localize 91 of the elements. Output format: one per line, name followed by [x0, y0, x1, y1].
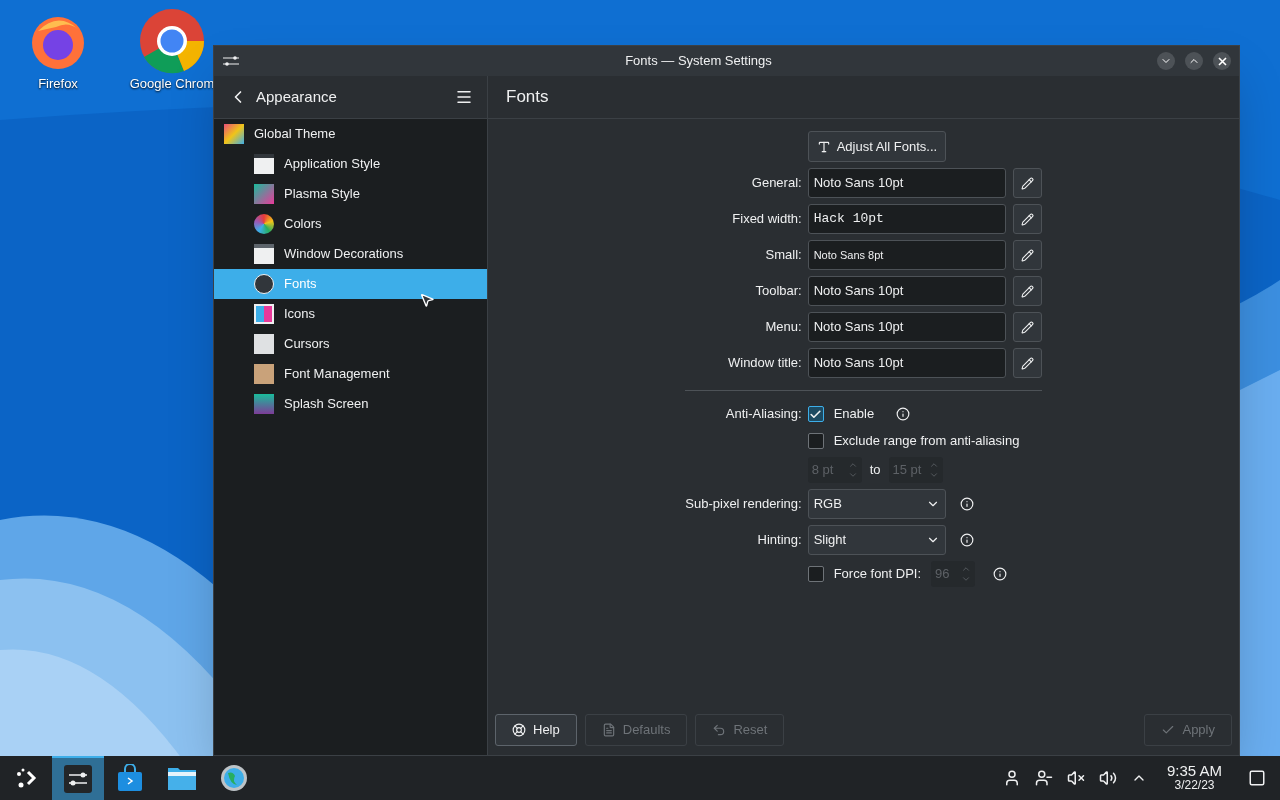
sidebar-item[interactable]: Window Decorations — [214, 239, 487, 269]
round-browser-icon[interactable] — [139, 8, 205, 74]
category-icon — [254, 184, 274, 204]
font-field[interactable]: Noto Sans 10pt — [807, 276, 1006, 306]
sidebar-item[interactable]: Global Theme — [214, 119, 487, 149]
sliders-icon — [222, 54, 240, 68]
checkbox-label: Force font DPI: — [833, 565, 922, 584]
adjust-fonts-button[interactable]: Adjust All Fonts... — [807, 131, 947, 162]
form-label: General: — [751, 174, 802, 193]
sidebar-item[interactable]: Colors — [214, 209, 487, 239]
form-label: Fixed width: — [732, 210, 802, 229]
edit-button[interactable] — [1012, 204, 1042, 234]
shopping-bag-icon — [117, 764, 143, 792]
minimize-button[interactable] — [1157, 52, 1175, 70]
font-icon — [816, 139, 831, 154]
muted-speaker-icon[interactable] — [1066, 769, 1085, 787]
pencil-icon — [1020, 284, 1034, 298]
sidebar-item[interactable]: Cursors — [214, 329, 487, 359]
info-icon[interactable] — [896, 407, 911, 421]
close-button[interactable] — [1213, 52, 1231, 70]
mouse-cursor-icon — [419, 292, 435, 308]
category-icon — [254, 244, 274, 264]
sidebar-title: Appearance — [256, 86, 338, 107]
category-icon — [254, 304, 274, 324]
checkbox-label: Enable — [833, 405, 875, 424]
info-icon[interactable] — [959, 533, 974, 547]
desktop-icon-label[interactable]: Firefox — [38, 74, 78, 94]
document-icon — [601, 723, 616, 737]
form-label: Menu: — [765, 318, 802, 337]
clock-time[interactable]: 9:35 AM — [1166, 764, 1222, 778]
form-label: Small: — [765, 246, 802, 265]
category-icon — [224, 124, 244, 144]
category-icon — [254, 214, 274, 234]
menu-icon[interactable] — [455, 88, 473, 106]
pencil-icon — [1020, 176, 1034, 190]
window-title: Fonts — System Settings — [624, 52, 773, 71]
maximize-button[interactable] — [1185, 52, 1203, 70]
check-icon — [1161, 723, 1176, 737]
info-icon[interactable] — [959, 497, 974, 511]
sliders-icon — [64, 765, 92, 793]
desktop-icon-label[interactable]: Google Chrom — [129, 74, 215, 94]
info-icon[interactable] — [993, 567, 1008, 581]
font-field[interactable]: Noto Sans 10pt — [807, 168, 1006, 198]
speaker-icon[interactable] — [1098, 769, 1117, 787]
sidebar-item[interactable]: Font Management — [214, 359, 487, 389]
range-separator: to — [869, 461, 881, 480]
category-icon — [254, 334, 274, 354]
category-icon — [254, 364, 274, 384]
form-label: Window title: — [727, 354, 802, 373]
sidebar-item[interactable]: Plasma Style — [214, 179, 487, 209]
undo-icon — [712, 723, 727, 737]
launcher-icon — [14, 766, 38, 790]
sidebar-item[interactable]: Application Style — [214, 149, 487, 179]
category-icon — [254, 394, 274, 414]
edit-button[interactable] — [1012, 276, 1042, 306]
sidebar-item[interactable]: Splash Screen — [214, 389, 487, 419]
form-label: Hinting: — [757, 531, 802, 550]
pencil-icon — [1020, 248, 1034, 262]
form-label: Anti-Aliasing: — [725, 405, 802, 424]
font-field[interactable]: Noto Sans 10pt — [807, 348, 1006, 378]
show-desktop-icon[interactable] — [1248, 769, 1266, 787]
form-label: Toolbar: — [755, 282, 802, 301]
taskbar-button[interactable] — [52, 756, 104, 800]
edit-button[interactable] — [1012, 240, 1042, 270]
clock-date[interactable]: 3/22/23 — [1174, 778, 1215, 792]
font-field[interactable]: Noto Sans 8pt — [807, 240, 1006, 270]
close-icon — [1217, 56, 1227, 66]
edit-button[interactable] — [1012, 348, 1042, 378]
form-label: Sub-pixel rendering: — [685, 495, 802, 514]
checkbox[interactable] — [807, 566, 824, 582]
pencil-icon — [1020, 212, 1034, 226]
category-icon — [254, 274, 274, 294]
user-minus-icon[interactable] — [1034, 769, 1053, 787]
folder-icon — [167, 765, 197, 791]
dropdown[interactable]: Slight — [807, 525, 946, 555]
globe-gear-icon — [220, 764, 248, 792]
font-field[interactable]: Noto Sans 10pt — [807, 312, 1006, 342]
footer-button[interactable]: Help — [495, 714, 577, 746]
edit-button[interactable] — [1012, 312, 1042, 342]
dropdown[interactable]: RGB — [807, 489, 946, 519]
sidebar-item[interactable]: Icons — [214, 299, 487, 329]
checkbox-label: Exclude range from anti-aliasing — [833, 432, 1020, 451]
checkbox[interactable] — [807, 433, 824, 449]
category-icon — [254, 154, 274, 174]
pencil-icon — [1020, 356, 1034, 370]
edit-button[interactable] — [1012, 168, 1042, 198]
lifebuoy-icon — [512, 723, 526, 737]
pencil-icon — [1020, 320, 1034, 334]
page-title: Fonts — [506, 86, 549, 109]
font-field[interactable]: Hack 10pt — [807, 204, 1006, 234]
checkbox[interactable] — [807, 406, 824, 422]
